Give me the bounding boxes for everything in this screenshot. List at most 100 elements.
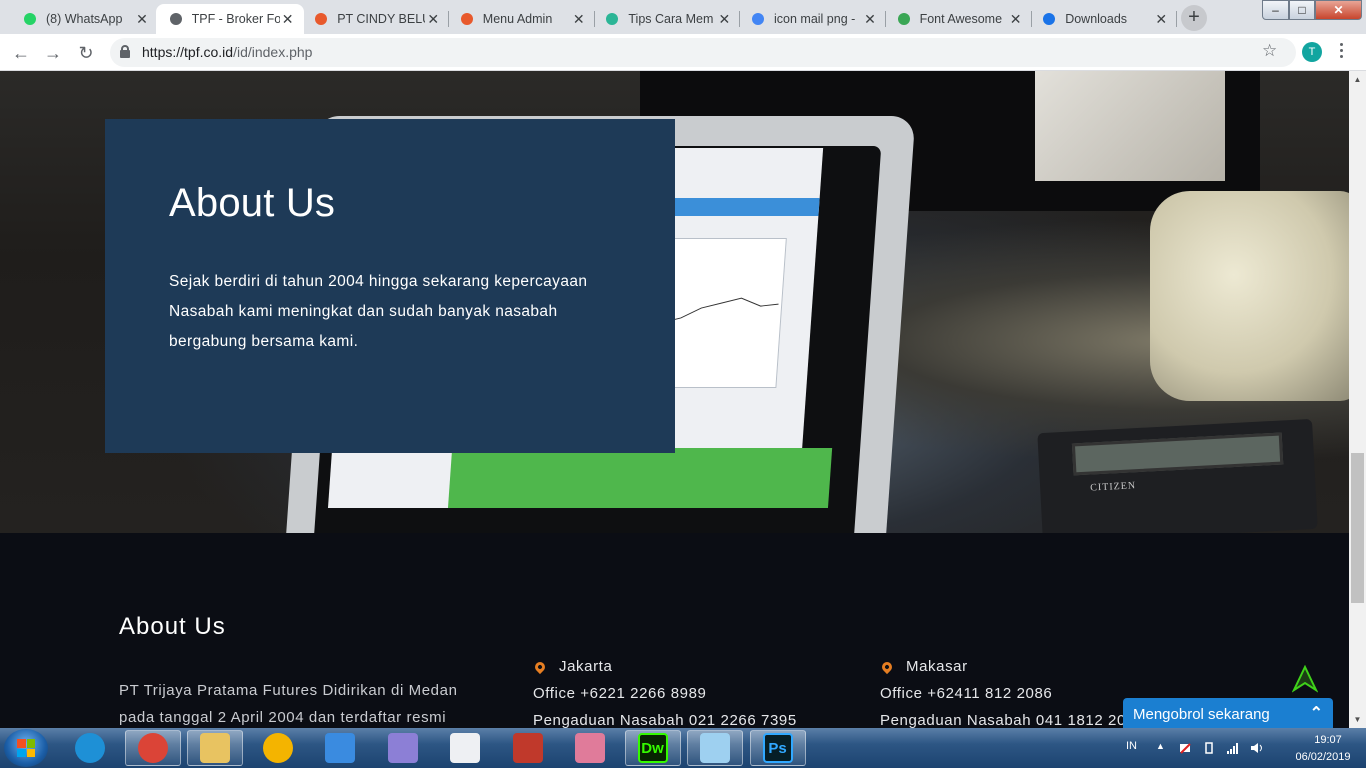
solitaire-icon [450, 733, 480, 763]
url-text[interactable]: https://tpf.co.id/id/index.php [142, 44, 312, 60]
browser-tab[interactable]: Menu Admin ✕ [447, 4, 595, 34]
complaint-phone: Pengaduan Nasabah 021 2266 7395 [533, 712, 797, 728]
maximize-button[interactable]: □ [1289, 0, 1315, 20]
xampp-icon [459, 11, 475, 27]
browser-tab[interactable]: Downloads ✕ [1029, 4, 1178, 34]
close-tab-icon[interactable]: ✕ [862, 11, 878, 28]
taskbar-app[interactable] [312, 730, 368, 766]
bookmark-star-icon[interactable]: ☆ [1262, 41, 1277, 61]
browser-tab-strip: (8) WhatsApp ✕ TPF - Broker Fo ✕ PT CINDY BE… [0, 0, 1366, 34]
wave-icon [604, 11, 620, 27]
game-icon [387, 733, 418, 763]
font-awesome-icon [896, 11, 912, 27]
usb-device-icon[interactable] [1202, 741, 1216, 755]
google-icon [750, 11, 766, 27]
system-tray: IN ▲ 19:07 06/02/2019 [1120, 728, 1366, 768]
browser-tab[interactable]: (8) WhatsApp ✕ [10, 4, 158, 34]
taskbar-app[interactable] [250, 730, 306, 766]
reload-icon[interactable]: ↻ [74, 41, 98, 65]
photoshop-icon: Ps [762, 733, 793, 763]
whatsapp-icon [22, 11, 38, 27]
taskbar-app[interactable] [687, 730, 743, 766]
volume-icon[interactable] [1250, 741, 1264, 755]
chevron-up-icon[interactable]: ⌃ [1310, 703, 1323, 723]
notepad-icon [700, 733, 730, 763]
office-city: Jakarta [559, 658, 613, 675]
taskbar-app[interactable] [375, 730, 431, 766]
chat-label: Mengobrol sekarang [1133, 706, 1270, 723]
taskbar-app[interactable] [500, 730, 556, 766]
chat-widget[interactable]: Mengobrol sekarang ⌃ [1123, 698, 1333, 728]
tab-title: Font Awesome [919, 12, 1003, 26]
page-icon [168, 11, 184, 27]
office-makasar: Makasar Office +62411 812 2086 Pengaduan… [879, 653, 1144, 728]
download-icon [1041, 11, 1057, 27]
close-tab-icon[interactable]: ✕ [280, 11, 296, 28]
page-viewport: CITIZEN About Us Sejak berdiri di tahun … [0, 71, 1349, 728]
close-tab-icon[interactable]: ✕ [1153, 11, 1169, 28]
app-icon [325, 733, 355, 763]
lock-icon [120, 45, 130, 58]
close-tab-icon[interactable]: ✕ [1008, 11, 1024, 28]
close-tab-icon[interactable]: ✕ [571, 11, 587, 28]
telephone-photo [1150, 191, 1349, 401]
taskbar-app[interactable] [437, 730, 493, 766]
office-phone: Office +62411 812 2086 [880, 685, 1053, 702]
browser-menu-icon[interactable] [1340, 43, 1344, 61]
close-window-button[interactable]: ✕ [1315, 0, 1362, 20]
browser-tab[interactable]: Tips Cara Mem ✕ [592, 4, 741, 34]
profile-avatar[interactable]: T [1302, 42, 1322, 62]
browser-toolbar: ← → ↻ https://tpf.co.id/id/index.php [0, 34, 1366, 71]
tab-title: (8) WhatsApp [46, 12, 123, 26]
scroll-up-arrow-icon[interactable]: ▲ [1349, 71, 1366, 88]
complaint-phone: Pengaduan Nasabah 041 1812 2086 [880, 712, 1144, 728]
tab-title: Menu Admin [482, 12, 553, 26]
clock-time[interactable]: 19:07 [1298, 734, 1358, 746]
tab-title: Downloads [1065, 12, 1128, 26]
footer-about-title: About Us [119, 613, 226, 640]
back-icon[interactable]: ← [9, 41, 33, 65]
start-button[interactable] [4, 729, 48, 767]
taskbar-app[interactable] [187, 730, 243, 766]
browser-tab[interactable]: PT CINDY BELU ✕ [301, 4, 450, 34]
page-scrollbar[interactable]: ▲ ▼ [1349, 71, 1366, 728]
browser-tab[interactable]: icon mail png - ✕ [738, 4, 886, 34]
close-tab-icon[interactable]: ✕ [425, 11, 441, 28]
address-bar[interactable]: https://tpf.co.id/id/index.php [110, 38, 1296, 67]
taskbar-app[interactable]: Dw [624, 730, 681, 766]
hero-background-photo: CITIZEN About Us Sejak berdiri di tahun … [0, 71, 1349, 533]
chrome-icon [137, 733, 168, 763]
scroll-down-arrow-icon[interactable]: ▼ [1349, 711, 1366, 728]
about-title: About Us [169, 181, 336, 225]
footer-about-text: PT Trijaya Pratama Futures Didirikan di … [119, 682, 458, 726]
action-center-icon[interactable] [1178, 741, 1192, 755]
xampp-icon [313, 11, 329, 27]
taskbar-app[interactable]: Ps [749, 730, 806, 766]
network-signal-icon[interactable] [1226, 741, 1240, 755]
clock-date[interactable]: 06/02/2019 [1283, 751, 1363, 763]
show-hidden-icons-icon[interactable]: ▲ [1156, 741, 1165, 751]
chrome-icon [262, 733, 293, 763]
tab-title: icon mail png - [774, 12, 856, 26]
windows-logo-icon [17, 739, 35, 757]
taskbar-app[interactable] [562, 730, 618, 766]
minimize-button[interactable]: – [1262, 0, 1289, 20]
close-tab-icon[interactable]: ✕ [134, 11, 150, 28]
windows-taskbar: IN ▲ 19:07 06/02/2019 Dw Ps [0, 728, 1366, 768]
new-tab-button[interactable]: + [1181, 5, 1207, 31]
taskbar-app[interactable] [124, 730, 181, 766]
dreamweaver-icon: Dw [637, 733, 668, 763]
calculator-photo: CITIZEN [1037, 418, 1318, 533]
tab-title: PT CINDY BELU [337, 12, 426, 26]
forward-icon[interactable]: → [41, 41, 65, 65]
scrollbar-thumb[interactable] [1351, 453, 1364, 603]
language-indicator[interactable]: IN [1126, 740, 1137, 752]
browser-tab[interactable]: TPF - Broker Fo ✕ [155, 4, 304, 34]
taskbar-app[interactable] [62, 730, 118, 766]
game-icon [575, 733, 605, 763]
close-tab-icon[interactable]: ✕ [716, 11, 732, 28]
office-city: Makasar [906, 658, 968, 675]
back-to-top-icon[interactable] [1292, 665, 1318, 693]
browser-tab[interactable]: Font Awesome ✕ [884, 4, 1032, 34]
about-description: Sejak berdiri di tahun 2004 hingga sekar… [169, 273, 588, 350]
